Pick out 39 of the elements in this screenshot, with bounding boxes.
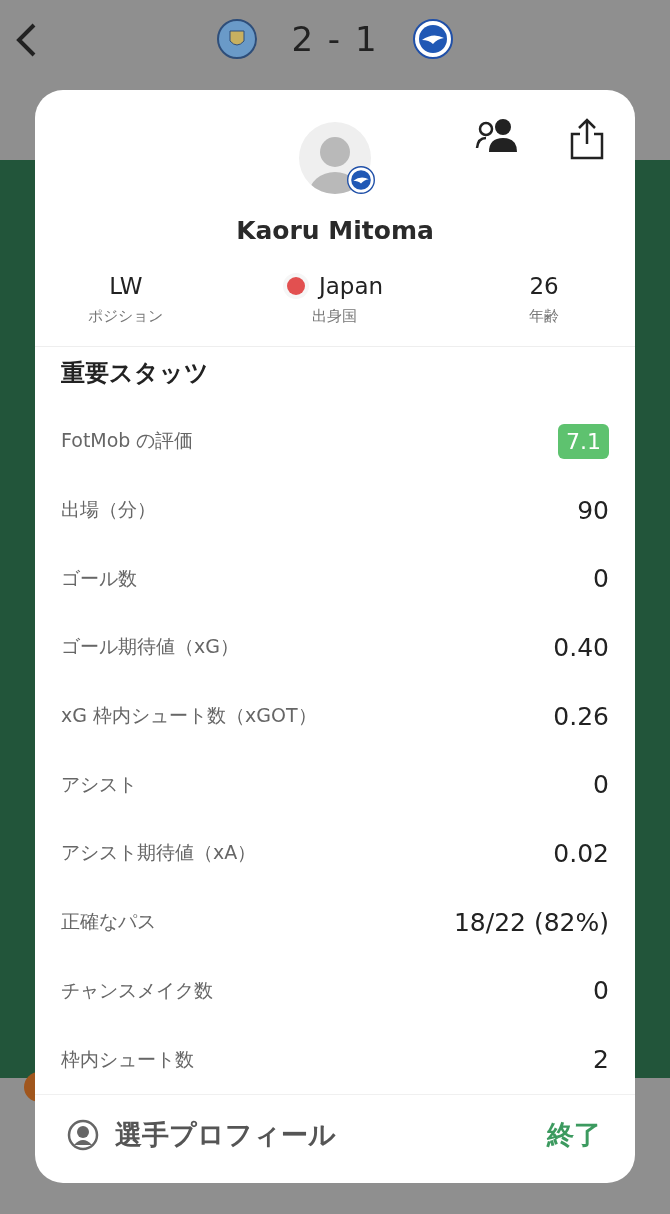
stat-label: 枠内シュート数 [61,1046,194,1072]
stat-value: 0.26 [553,701,609,731]
fact-label: 出身国 [312,307,358,326]
back-icon[interactable] [14,22,38,58]
stat-value: 0 [593,564,609,594]
flag-icon [286,277,305,295]
stat-value: 2 [593,1045,609,1075]
stat-label: FotMob の評価 [61,428,194,454]
player-name: Kaoru Mitoma [236,216,434,245]
stat-label: 出場（分） [61,497,156,523]
section-title: 重要スタッツ [61,358,210,389]
stat-value: 0.02 [553,838,609,868]
person-icon [67,1118,99,1151]
stat-value: 18/22 (82%) [453,907,609,937]
rating-badge: 7.1 [558,423,609,459]
club-crest-icon [347,166,375,194]
stat-label: アシスト期待値（xA） [61,840,257,866]
stat-value: 0.40 [553,632,609,662]
fact-value: Japan [318,273,384,299]
fact-label: ポジション [88,307,164,326]
player-profile-button[interactable]: 選手プロフィール [67,1116,336,1153]
crest-icon [217,19,258,59]
stat-label: ゴール期待値（xG） [61,634,239,660]
stat-label: 正確なパス [61,909,156,935]
fact-value: LW [109,273,143,299]
stat-value: 0 [593,976,609,1006]
stat-label: アシスト [61,771,137,797]
crest-icon [412,19,453,59]
match-score: 2 - 1 [291,19,379,59]
stat-value: 0 [593,770,609,800]
stat-label: チャンスメイク数 [61,977,213,1003]
stat-label: ゴール数 [61,565,137,591]
close-button[interactable]: 終了 [547,1116,601,1153]
stat-value: 90 [577,495,609,525]
share-icon [569,118,605,160]
stat-label: xG 枠内シュート数（xGOT） [61,703,317,729]
fact-value: 26 [529,273,559,299]
fact-label: 年齢 [529,307,560,326]
share-button[interactable] [569,118,605,160]
